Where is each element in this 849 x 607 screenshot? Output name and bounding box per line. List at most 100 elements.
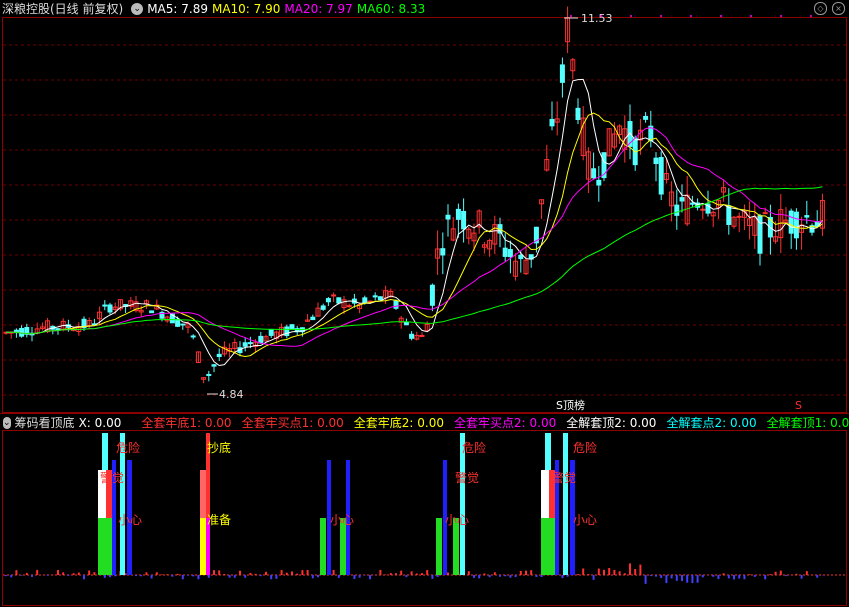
candle-body bbox=[419, 334, 425, 337]
candle-body bbox=[149, 310, 155, 314]
untrap-point2-label: 全解套点2: 0.00 bbox=[666, 416, 757, 430]
signal-careful-label: 小心 bbox=[118, 513, 142, 527]
candle-body bbox=[190, 335, 196, 338]
candle-body bbox=[102, 304, 108, 307]
candle-body bbox=[507, 249, 513, 258]
candle-body bbox=[575, 107, 581, 121]
candle-body bbox=[268, 329, 274, 336]
candle-body bbox=[325, 298, 331, 303]
signal-alert-label: 警觉 bbox=[552, 470, 576, 485]
candle-body bbox=[331, 294, 337, 297]
kline-chart[interactable]: 11.534.84S顶榜 S危险警觉小心抄底准备 小心危险警觉小心危险警觉小心 bbox=[0, 0, 849, 607]
main-chart-frame bbox=[2, 17, 847, 413]
ma60-label: MA60: 8.33 bbox=[356, 1, 426, 16]
chevron-down-icon[interactable]: ⌄ bbox=[3, 416, 11, 429]
signal-careful-label: 小心 bbox=[330, 513, 354, 527]
candle-body bbox=[377, 296, 383, 301]
candle-body bbox=[502, 247, 508, 257]
candle-body bbox=[211, 364, 217, 367]
candle-body bbox=[55, 328, 61, 331]
candle-body bbox=[206, 373, 212, 376]
candle-body bbox=[429, 284, 435, 306]
candle-body bbox=[596, 179, 602, 186]
main-chart-header: 深粮控股(日线 前复权) ⌄ MA5: 7.89 MA10: 7.90 MA20… bbox=[0, 0, 849, 17]
candle-body bbox=[674, 204, 680, 216]
ma10-label: MA10: 7.90 bbox=[211, 1, 281, 16]
candle-body bbox=[393, 300, 399, 309]
candle-body bbox=[643, 115, 649, 120]
candle-body bbox=[320, 305, 326, 310]
ma60-line bbox=[6, 186, 823, 335]
candle-body bbox=[658, 157, 664, 195]
candle-body bbox=[591, 168, 597, 179]
candle-body bbox=[403, 321, 409, 326]
candle-body bbox=[409, 333, 415, 339]
trap-bottom1-label: 全套牢底1: 0.00 bbox=[141, 416, 232, 430]
signal-column bbox=[563, 433, 568, 575]
untrap-top1-label: 全解套顶1: 0.00 bbox=[766, 416, 849, 430]
marker-label: S bbox=[795, 399, 802, 412]
candle-body bbox=[216, 353, 222, 358]
signal-ready-label: 准备 bbox=[207, 513, 231, 527]
low-price-label: 4.84 bbox=[219, 388, 244, 401]
chart-title: 深粮控股(日线 前复权) bbox=[2, 2, 124, 16]
signal-column bbox=[200, 518, 206, 575]
candle-body bbox=[736, 215, 742, 218]
signal-careful-label: 小心 bbox=[573, 513, 597, 527]
candle-body bbox=[793, 211, 799, 239]
candle-body bbox=[455, 208, 461, 220]
sub-chart-header: ⌄ 筹码看顶底 X: 0.00 全套牢底1: 0.00 全套牢买点1: 0.00… bbox=[0, 413, 849, 431]
ma20-line bbox=[6, 127, 823, 347]
close-icon[interactable]: × bbox=[832, 2, 845, 15]
signal-danger-label: 危险 bbox=[462, 440, 486, 455]
signal-column bbox=[436, 518, 442, 575]
signal-column bbox=[200, 470, 206, 518]
ma20-label: MA20: 7.97 bbox=[284, 1, 353, 16]
x-label: X: 0.00 bbox=[78, 415, 122, 430]
candle-body bbox=[689, 202, 695, 205]
candle-body bbox=[788, 210, 794, 234]
candle-body bbox=[549, 118, 555, 127]
settings-icon[interactable]: ◇ bbox=[814, 2, 827, 15]
signal-column bbox=[98, 518, 114, 575]
signal-danger-label: 危险 bbox=[116, 440, 140, 455]
candle-body bbox=[762, 212, 768, 215]
candle-body bbox=[258, 335, 264, 344]
candle-body bbox=[372, 295, 378, 298]
candle-body bbox=[804, 215, 810, 218]
signal-danger-label: 危险 bbox=[573, 440, 597, 455]
candle-body bbox=[445, 214, 451, 220]
signal-alert-label: 警觉 bbox=[455, 470, 479, 485]
candle-body bbox=[518, 254, 524, 260]
signal-column bbox=[102, 433, 108, 470]
candle-body bbox=[726, 205, 732, 225]
untrap-top2-label: 全解套顶2: 0.00 bbox=[566, 416, 657, 430]
candle-body bbox=[310, 316, 316, 321]
candle-body bbox=[336, 297, 342, 304]
signal-careful-label: 小心 bbox=[445, 513, 469, 527]
signal-column bbox=[541, 518, 557, 575]
event-label: S顶榜 bbox=[556, 398, 585, 412]
trap-buy1-label: 全套牢买点1: 0.00 bbox=[241, 416, 344, 430]
ma5-label: MA5: 7.89 bbox=[147, 1, 208, 16]
trap-buy2-label: 全套牢买点2: 0.00 bbox=[454, 416, 557, 430]
candle-body bbox=[559, 64, 565, 83]
candle-body bbox=[679, 197, 685, 202]
signal-column bbox=[320, 518, 326, 575]
signal-alert-label: 警觉 bbox=[100, 470, 124, 485]
candle-body bbox=[242, 342, 248, 347]
chevron-down-icon[interactable]: ⌄ bbox=[131, 2, 144, 15]
candle-body bbox=[180, 323, 186, 326]
candle-body bbox=[362, 297, 368, 303]
candle-body bbox=[440, 248, 446, 256]
candle-body bbox=[461, 210, 467, 230]
candle-body bbox=[107, 304, 113, 313]
trap-bottom2-label: 全套牢底2: 0.00 bbox=[353, 416, 445, 430]
sub-chart-title: 筹码看顶底 bbox=[14, 416, 75, 430]
candle-body bbox=[700, 208, 706, 211]
candle-body bbox=[19, 328, 25, 337]
signal-column bbox=[545, 433, 551, 470]
candle-body bbox=[289, 324, 295, 330]
candle-body bbox=[653, 157, 659, 165]
candle-body bbox=[247, 342, 253, 345]
